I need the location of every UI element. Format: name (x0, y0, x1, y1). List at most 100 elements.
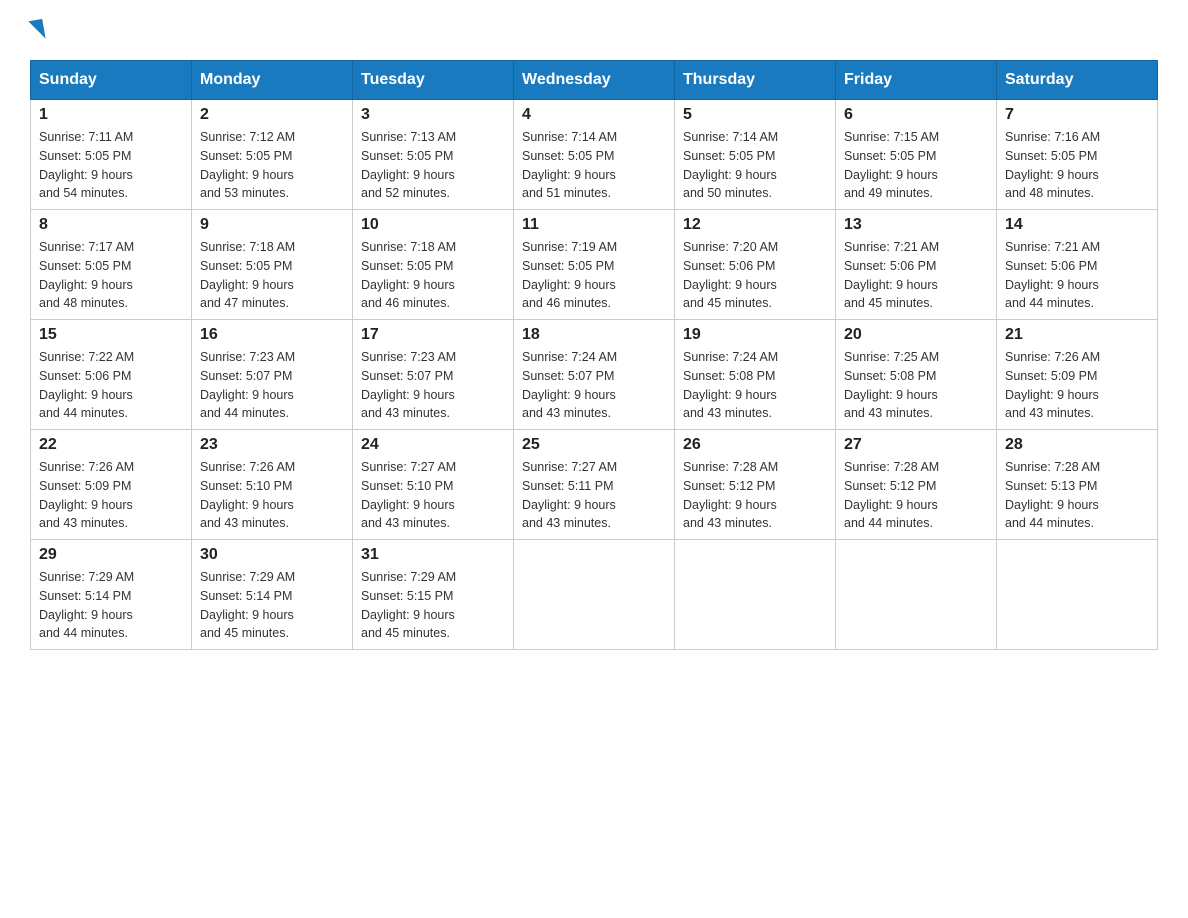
day-number: 15 (39, 326, 183, 344)
day-info: Sunrise: 7:13 AMSunset: 5:05 PMDaylight:… (361, 128, 505, 203)
day-number: 16 (200, 326, 344, 344)
calendar-cell: 4 Sunrise: 7:14 AMSunset: 5:05 PMDaylight… (514, 100, 675, 210)
day-info: Sunrise: 7:23 AMSunset: 5:07 PMDaylight:… (200, 348, 344, 423)
day-info: Sunrise: 7:19 AMSunset: 5:05 PMDaylight:… (522, 238, 666, 313)
calendar-cell (514, 540, 675, 650)
day-info: Sunrise: 7:18 AMSunset: 5:05 PMDaylight:… (361, 238, 505, 313)
day-number: 1 (39, 106, 183, 124)
day-number: 25 (522, 436, 666, 454)
header-friday: Friday (836, 61, 997, 100)
calendar-header-row: SundayMondayTuesdayWednesdayThursdayFrid… (31, 61, 1158, 100)
calendar-cell: 20 Sunrise: 7:25 AMSunset: 5:08 PMDayligh… (836, 320, 997, 430)
day-number: 2 (200, 106, 344, 124)
day-info: Sunrise: 7:11 AMSunset: 5:05 PMDaylight:… (39, 128, 183, 203)
calendar-cell: 5 Sunrise: 7:14 AMSunset: 5:05 PMDaylight… (675, 100, 836, 210)
calendar-cell: 2 Sunrise: 7:12 AMSunset: 5:05 PMDaylight… (192, 100, 353, 210)
calendar-cell: 1 Sunrise: 7:11 AMSunset: 5:05 PMDaylight… (31, 100, 192, 210)
calendar-cell: 7 Sunrise: 7:16 AMSunset: 5:05 PMDaylight… (997, 100, 1158, 210)
day-info: Sunrise: 7:28 AMSunset: 5:12 PMDaylight:… (683, 458, 827, 533)
calendar-cell: 9Sunrise: 7:18 AMSunset: 5:05 PMDaylight… (192, 210, 353, 320)
day-info: Sunrise: 7:16 AMSunset: 5:05 PMDaylight:… (1005, 128, 1149, 203)
calendar-cell: 31Sunrise: 7:29 AMSunset: 5:15 PMDayligh… (353, 540, 514, 650)
day-info: Sunrise: 7:14 AMSunset: 5:05 PMDaylight:… (522, 128, 666, 203)
calendar-cell: 10 Sunrise: 7:18 AMSunset: 5:05 PMDayligh… (353, 210, 514, 320)
day-number: 28 (1005, 436, 1149, 454)
header-saturday: Saturday (997, 61, 1158, 100)
day-number: 7 (1005, 106, 1149, 124)
day-number: 13 (844, 216, 988, 234)
day-info: Sunrise: 7:22 AMSunset: 5:06 PMDaylight:… (39, 348, 183, 423)
day-info: Sunrise: 7:27 AMSunset: 5:10 PMDaylight:… (361, 458, 505, 533)
calendar-cell (997, 540, 1158, 650)
day-info: Sunrise: 7:27 AMSunset: 5:11 PMDaylight:… (522, 458, 666, 533)
day-info: Sunrise: 7:26 AMSunset: 5:09 PMDaylight:… (39, 458, 183, 533)
day-number: 27 (844, 436, 988, 454)
calendar-cell: 25 Sunrise: 7:27 AMSunset: 5:11 PMDayligh… (514, 430, 675, 540)
day-number: 29 (39, 546, 183, 564)
day-number: 8 (39, 216, 183, 234)
header-tuesday: Tuesday (353, 61, 514, 100)
day-info: Sunrise: 7:28 AMSunset: 5:12 PMDaylight:… (844, 458, 988, 533)
calendar-cell: 21 Sunrise: 7:26 AMSunset: 5:09 PMDayligh… (997, 320, 1158, 430)
calendar-cell: 13 Sunrise: 7:21 AMSunset: 5:06 PMDayligh… (836, 210, 997, 320)
day-info: Sunrise: 7:25 AMSunset: 5:08 PMDaylight:… (844, 348, 988, 423)
day-info: Sunrise: 7:29 AMSunset: 5:14 PMDaylight:… (39, 568, 183, 643)
calendar-week-row: 22 Sunrise: 7:26 AMSunset: 5:09 PMDayligh… (31, 430, 1158, 540)
logo (30, 20, 46, 40)
calendar-cell (836, 540, 997, 650)
calendar-cell: 29 Sunrise: 7:29 AMSunset: 5:14 PMDayligh… (31, 540, 192, 650)
day-info: Sunrise: 7:24 AMSunset: 5:08 PMDaylight:… (683, 348, 827, 423)
calendar-cell: 3 Sunrise: 7:13 AMSunset: 5:05 PMDaylight… (353, 100, 514, 210)
day-number: 14 (1005, 216, 1149, 234)
day-number: 11 (522, 216, 666, 234)
day-number: 10 (361, 216, 505, 234)
day-number: 5 (683, 106, 827, 124)
calendar-cell: 19 Sunrise: 7:24 AMSunset: 5:08 PMDayligh… (675, 320, 836, 430)
day-number: 18 (522, 326, 666, 344)
day-number: 17 (361, 326, 505, 344)
day-number: 21 (1005, 326, 1149, 344)
header-wednesday: Wednesday (514, 61, 675, 100)
day-number: 22 (39, 436, 183, 454)
day-info: Sunrise: 7:29 AMSunset: 5:14 PMDaylight:… (200, 568, 344, 643)
day-info: Sunrise: 7:14 AMSunset: 5:05 PMDaylight:… (683, 128, 827, 203)
day-number: 3 (361, 106, 505, 124)
calendar-week-row: 8 Sunrise: 7:17 AMSunset: 5:05 PMDaylight… (31, 210, 1158, 320)
day-info: Sunrise: 7:23 AMSunset: 5:07 PMDaylight:… (361, 348, 505, 423)
calendar-week-row: 15 Sunrise: 7:22 AMSunset: 5:06 PMDayligh… (31, 320, 1158, 430)
calendar-week-row: 29 Sunrise: 7:29 AMSunset: 5:14 PMDayligh… (31, 540, 1158, 650)
day-info: Sunrise: 7:28 AMSunset: 5:13 PMDaylight:… (1005, 458, 1149, 533)
day-info: Sunrise: 7:21 AMSunset: 5:06 PMDaylight:… (844, 238, 988, 313)
logo-triangle-icon (28, 19, 45, 41)
header-sunday: Sunday (31, 61, 192, 100)
calendar-cell: 26Sunrise: 7:28 AMSunset: 5:12 PMDayligh… (675, 430, 836, 540)
calendar-cell: 8 Sunrise: 7:17 AMSunset: 5:05 PMDaylight… (31, 210, 192, 320)
header-thursday: Thursday (675, 61, 836, 100)
calendar-cell: 15 Sunrise: 7:22 AMSunset: 5:06 PMDayligh… (31, 320, 192, 430)
day-info: Sunrise: 7:29 AMSunset: 5:15 PMDaylight:… (361, 568, 505, 643)
day-info: Sunrise: 7:18 AMSunset: 5:05 PMDaylight:… (200, 238, 344, 313)
calendar-cell: 23 Sunrise: 7:26 AMSunset: 5:10 PMDayligh… (192, 430, 353, 540)
calendar-cell: 22 Sunrise: 7:26 AMSunset: 5:09 PMDayligh… (31, 430, 192, 540)
calendar-table: SundayMondayTuesdayWednesdayThursdayFrid… (30, 60, 1158, 650)
header-monday: Monday (192, 61, 353, 100)
day-info: Sunrise: 7:21 AMSunset: 5:06 PMDaylight:… (1005, 238, 1149, 313)
calendar-cell: 16 Sunrise: 7:23 AMSunset: 5:07 PMDayligh… (192, 320, 353, 430)
day-number: 20 (844, 326, 988, 344)
day-info: Sunrise: 7:26 AMSunset: 5:10 PMDaylight:… (200, 458, 344, 533)
day-info: Sunrise: 7:15 AMSunset: 5:05 PMDaylight:… (844, 128, 988, 203)
day-number: 30 (200, 546, 344, 564)
day-number: 6 (844, 106, 988, 124)
day-info: Sunrise: 7:26 AMSunset: 5:09 PMDaylight:… (1005, 348, 1149, 423)
calendar-cell: 6 Sunrise: 7:15 AMSunset: 5:05 PMDaylight… (836, 100, 997, 210)
day-info: Sunrise: 7:20 AMSunset: 5:06 PMDaylight:… (683, 238, 827, 313)
calendar-cell (675, 540, 836, 650)
day-number: 23 (200, 436, 344, 454)
day-info: Sunrise: 7:12 AMSunset: 5:05 PMDaylight:… (200, 128, 344, 203)
day-info: Sunrise: 7:24 AMSunset: 5:07 PMDaylight:… (522, 348, 666, 423)
page-header (30, 20, 1158, 40)
day-info: Sunrise: 7:17 AMSunset: 5:05 PMDaylight:… (39, 238, 183, 313)
day-number: 19 (683, 326, 827, 344)
day-number: 4 (522, 106, 666, 124)
calendar-cell: 18 Sunrise: 7:24 AMSunset: 5:07 PMDayligh… (514, 320, 675, 430)
